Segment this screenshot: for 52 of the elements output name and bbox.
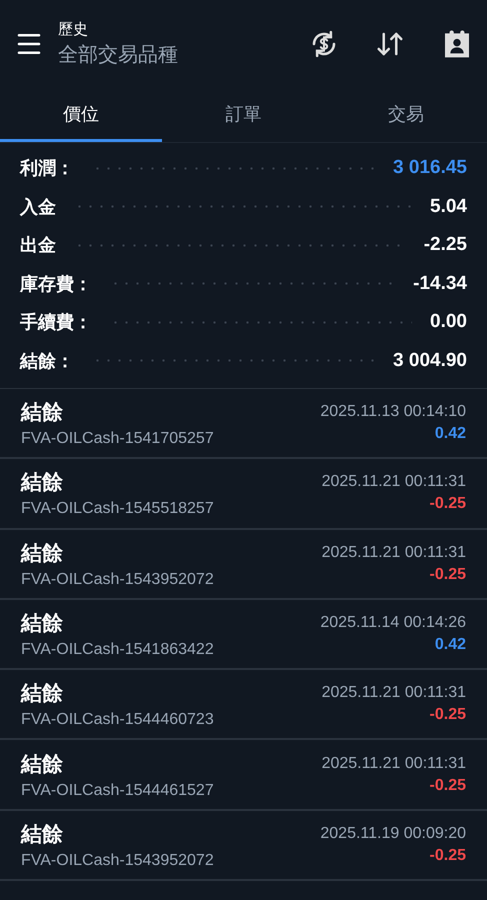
history-entry[interactable]: 結餘 FVA-OILCash-1541705257 2025.11.13 00:14:10 0.42 [0,389,487,460]
history-entry[interactable]: 結餘 FVA-OILCash-1544460723 2025.11.21 00:11:31 -0.25 [0,670,487,740]
entry-amount: -0.25 [430,566,466,584]
history-entry[interactable]: 結餘 FVA-OILCash-1543952072 2025.11.21 00:11:31 -0.25 [0,530,487,600]
summary-value: 0.00 [430,311,467,334]
symbol-filter[interactable]: 全部交易品種 [58,41,273,68]
summary-value: 3 016.45 [393,157,467,180]
history-entry[interactable]: 結餘 FVA-OILCash-1541863422 2025.11.14 00:14:26 0.42 [0,600,487,670]
summary-value: 5.04 [430,196,467,218]
summary-value: 3 004.90 [393,350,467,372]
history-entry[interactable]: 結餘 FVA-OILCash-1545518257 2025.11.21 00:11:31 -0.25 [0,459,487,530]
entry-type: 結餘 [21,822,63,848]
entry-time: 2025.11.21 00:11:31 [322,754,466,773]
entry-type: 結餘 [21,400,63,426]
entry-symbol: FVA-OILCash-1543952072 [21,852,214,870]
entry-type: 結餘 [21,470,63,496]
summary-label: 利潤： [20,157,74,180]
tab[interactable]: 價位 [0,88,162,142]
entry-symbol: FVA-OILCash-1541705257 [21,430,214,448]
entry-symbol: FVA-OILCash-1544460723 [21,711,214,730]
summary-label: 入金 [20,196,56,219]
entry-time: 2025.11.14 00:14:26 [320,614,466,632]
entry-symbol: FVA-OILCash-1541863422 [21,641,214,660]
entry-amount: -0.25 [430,846,466,865]
entry-amount: -0.25 [430,776,466,795]
entry-time: 2025.11.21 00:11:31 [322,473,466,492]
entry-symbol: FVA-OILCash-1544461527 [21,782,214,800]
entry-time: 2025.11.21 00:11:31 [322,684,466,702]
summary-value: -14.34 [413,272,467,295]
history-entry[interactable]: 結餘 FVA-OILCash-1543952072 2025.11.19 00:09:20 -0.25 [0,810,487,882]
summary-label: 庫存費： [20,272,92,296]
entry-time: 2025.11.13 00:14:10 [320,403,466,422]
summary-label: 結餘： [20,350,74,373]
entry-type: 結餘 [21,540,63,567]
entry-type: 結餘 [21,681,63,708]
tab[interactable]: 交易 [324,88,487,142]
summary-value: -2.25 [424,234,467,256]
entry-symbol: FVA-OILCash-1543952072 [21,570,214,589]
entry-time: 2025.11.19 00:09:20 [320,824,466,843]
history-entry[interactable]: 結餘 FVA-OILCash-1544461527 2025.11.21 00:11:31 -0.25 [0,740,487,811]
entry-type: 結餘 [21,752,63,778]
summary-label: 出金 [20,234,56,258]
entry-amount: 0.42 [434,636,466,654]
entry-amount: -0.25 [430,495,466,514]
entry-amount: 0.42 [434,425,466,444]
entry-symbol: FVA-OILCash-1545518257 [21,500,214,518]
entry-time: 2025.11.21 00:11:31 [322,544,466,562]
summary-label: 手續費： [20,311,92,334]
tab[interactable]: 訂單 [162,88,325,142]
screen-title: 歷史 [58,20,89,39]
entry-type: 結餘 [21,611,63,638]
entry-amount: -0.25 [430,706,466,724]
